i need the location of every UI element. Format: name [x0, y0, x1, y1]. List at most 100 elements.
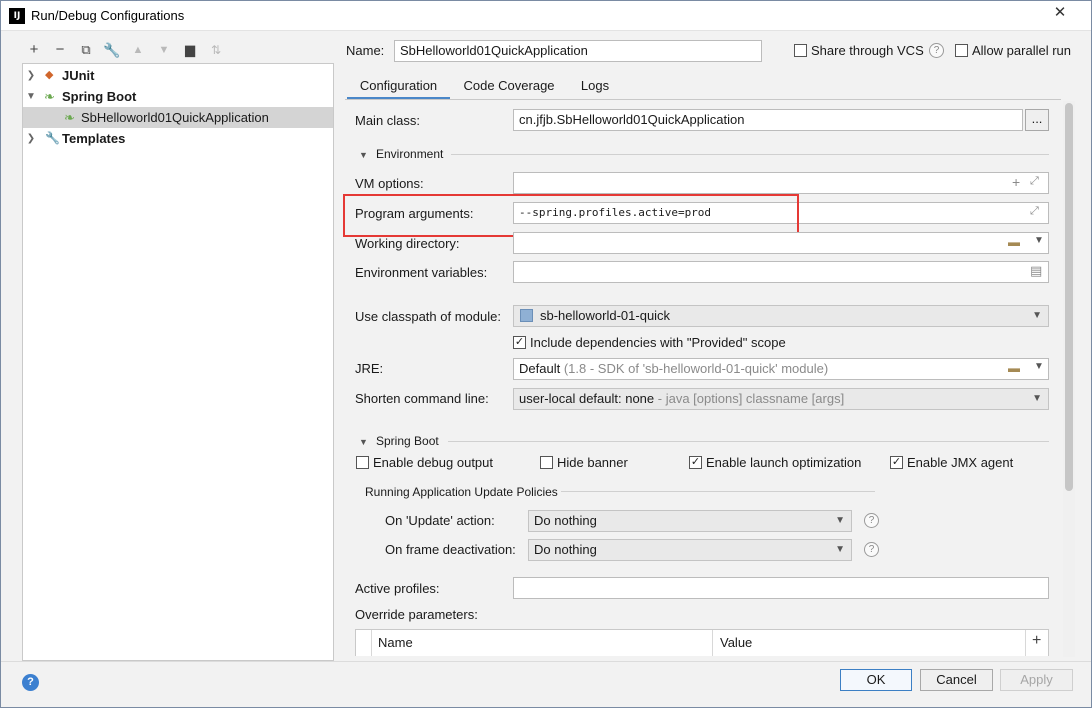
folder-icon[interactable]: ▬ [1008, 235, 1020, 249]
cancel-button[interactable]: Cancel [920, 669, 993, 691]
add-parameter-icon[interactable]: + [1032, 632, 1041, 650]
chevron-down-icon: ▼ [1032, 310, 1042, 321]
shorten-value: user-local default: none [519, 391, 655, 406]
environment-section-label: Environment [376, 147, 444, 161]
enable-launch-optimization-label: Enable launch optimization [706, 455, 862, 470]
help-icon[interactable]: ? [864, 542, 879, 557]
main-class-label: Main class: [355, 113, 421, 128]
include-dependencies-checkbox[interactable]: ✓ [513, 336, 526, 349]
vm-options-field[interactable] [513, 172, 1049, 194]
update-policies-divider [561, 491, 875, 492]
enable-launch-optimization-checkbox[interactable]: ✓ [689, 456, 702, 469]
working-directory-field[interactable] [513, 232, 1049, 254]
ok-button[interactable]: OK [840, 669, 912, 691]
classpath-module-select[interactable]: sb-helloworld-01-quick ▼ [513, 305, 1049, 327]
update-policies-label: Running Application Update Policies [365, 485, 558, 499]
shorten-command-line-select[interactable]: user-local default: none - java [options… [513, 388, 1049, 410]
environment-variables-field[interactable] [513, 261, 1049, 283]
collapse-triangle-icon[interactable]: ▼ [359, 150, 368, 160]
main-class-field[interactable]: cn.jfjb.SbHelloworld01QuickApplication [513, 109, 1023, 131]
working-directory-label: Working directory: [355, 236, 460, 251]
tree-item-label: JUnit [62, 68, 95, 83]
expand-chevron-icon[interactable]: ❯ [25, 128, 37, 149]
junit-icon: ◆ [45, 69, 54, 81]
wrench-icon: 🔧 [45, 131, 60, 145]
chevron-down-icon[interactable]: ▼ [1034, 361, 1044, 372]
tab-code-coverage[interactable]: Code Coverage [459, 76, 559, 100]
enable-jmx-agent-label: Enable JMX agent [907, 455, 1014, 470]
spring-app-icon: ❧ [64, 110, 75, 125]
tree-item-label: SbHelloworld01QuickApplication [81, 110, 269, 125]
apply-button[interactable]: Apply [1000, 669, 1073, 691]
enable-jmx-agent-checkbox[interactable]: ✓ [890, 456, 903, 469]
run-debug-dialog: IJ Run/Debug Configurations ✕ + − ⧉ 🔧 ▲ … [0, 0, 1092, 708]
tree-item-sbhelloworld[interactable]: ❧ SbHelloworld01QuickApplication [23, 107, 333, 128]
expand-icon[interactable]: ⤢ [1030, 205, 1039, 218]
close-icon[interactable]: ✕ [1037, 3, 1083, 23]
active-profiles-field[interactable] [513, 577, 1049, 599]
enable-debug-output-checkbox[interactable] [356, 456, 369, 469]
add-icon[interactable]: + [1012, 174, 1020, 190]
move-up-icon[interactable]: ▲ [129, 41, 147, 59]
name-label: Name: [346, 43, 385, 58]
active-profiles-label: Active profiles: [355, 581, 440, 596]
hide-banner-checkbox[interactable] [540, 456, 553, 469]
move-down-icon[interactable]: ▼ [155, 41, 173, 59]
hide-banner-label: Hide banner [557, 455, 628, 470]
folder-icon[interactable]: ▬ [1008, 361, 1020, 375]
help-icon[interactable]: ? [929, 43, 944, 58]
collapse-triangle-icon[interactable]: ▼ [359, 437, 368, 447]
allow-parallel-checkbox[interactable] [955, 44, 968, 57]
collapse-chevron-icon[interactable]: ▼ [25, 86, 37, 107]
table-header-name[interactable]: Name [378, 635, 413, 650]
window-title: Run/Debug Configurations [31, 8, 185, 23]
module-icon [520, 309, 533, 322]
browse-main-class-button[interactable]: ... [1025, 109, 1049, 131]
expand-icon[interactable]: ⤢ [1030, 175, 1039, 188]
update-action-value: Do nothing [534, 513, 597, 528]
scrollbar-thumb[interactable] [1065, 103, 1073, 491]
tree-item-junit[interactable]: ❯ ◆ JUnit [23, 65, 333, 86]
help-icon[interactable]: ? [864, 513, 879, 528]
help-icon[interactable]: ? [22, 674, 39, 691]
chevron-down-icon: ▼ [835, 515, 845, 526]
document-icon[interactable]: ▤ [1030, 263, 1042, 279]
environment-variables-label: Environment variables: [355, 265, 488, 280]
table-column-divider [712, 630, 713, 656]
wrench-icon[interactable]: 🔧 [103, 41, 121, 59]
jre-field[interactable]: Default (1.8 - SDK of 'sb-helloworld-01-… [513, 358, 1049, 380]
jre-label: JRE: [355, 361, 384, 376]
tree-item-label: Spring Boot [62, 89, 137, 104]
chevron-down-icon: ▼ [835, 544, 845, 555]
tree-item-label: Templates [62, 131, 126, 146]
vm-options-label: VM options: [355, 176, 424, 191]
include-dependencies-label: Include dependencies with "Provided" sco… [530, 335, 786, 350]
new-folder-icon[interactable]: ▆ [181, 41, 199, 59]
remove-icon[interactable]: − [51, 41, 69, 59]
chevron-down-icon[interactable]: ▼ [1034, 235, 1044, 246]
allow-parallel-label: Allow parallel run [972, 43, 1071, 58]
sort-icon[interactable]: ⇅ [207, 41, 225, 59]
add-icon[interactable]: + [25, 41, 43, 59]
chevron-down-icon: ▼ [1032, 393, 1042, 404]
name-field[interactable]: SbHelloworld01QuickApplication [394, 40, 762, 62]
tree-item-templates[interactable]: ❯ 🔧 Templates [23, 128, 333, 149]
table-column-divider [1025, 630, 1026, 656]
classpath-module-value: sb-helloworld-01-quick [540, 308, 671, 323]
shorten-hint: - java [options] classname [args] [654, 391, 845, 406]
override-parameters-label: Override parameters: [355, 607, 478, 622]
tab-logs[interactable]: Logs [573, 76, 617, 100]
classpath-label: Use classpath of module: [355, 309, 501, 324]
jre-value: Default [519, 361, 561, 376]
tree-item-spring-boot[interactable]: ▼ ❧ Spring Boot [23, 86, 333, 107]
table-header-value[interactable]: Value [720, 635, 752, 650]
copy-icon[interactable]: ⧉ [77, 41, 95, 59]
expand-chevron-icon[interactable]: ❯ [25, 65, 37, 86]
share-vcs-checkbox[interactable] [794, 44, 807, 57]
title-bar: IJ Run/Debug Configurations ✕ [1, 1, 1091, 31]
tab-configuration[interactable]: Configuration [347, 76, 450, 100]
update-action-select[interactable]: Do nothing ▼ [528, 510, 852, 532]
frame-deactivation-select[interactable]: Do nothing ▼ [528, 539, 852, 561]
override-parameters-table: Name Value + [355, 629, 1049, 656]
highlight-box [343, 194, 799, 237]
